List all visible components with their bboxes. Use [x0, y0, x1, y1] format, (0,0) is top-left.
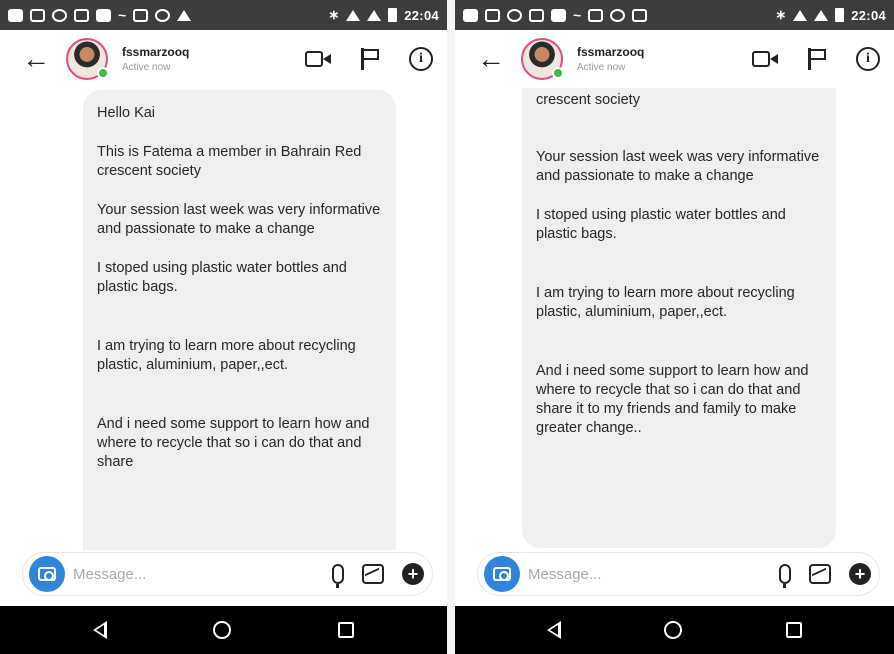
message-text: I am trying to learn more about recyclin… — [97, 338, 356, 373]
message-text: Hello Kai — [97, 105, 156, 121]
message-text: Your session last week was very informat… — [536, 149, 820, 184]
message-bubble[interactable]: This is Fatema a member in Bahrain Red c… — [522, 88, 836, 548]
contact-status: Active now — [577, 62, 626, 73]
message-composer: + — [477, 552, 880, 596]
message-input[interactable] — [528, 565, 779, 583]
status-bar: ~ ∗ 22:04 — [0, 0, 447, 30]
info-icon[interactable]: i — [409, 47, 433, 71]
chat-header: ← fssmarzooq Active now i — [0, 30, 447, 88]
camera-icon — [38, 567, 56, 581]
message-text: And i need some support to learn how and… — [536, 363, 809, 436]
nav-back-icon[interactable] — [93, 621, 108, 639]
flag-icon[interactable] — [359, 48, 381, 70]
app-notification-icon — [74, 8, 89, 22]
online-indicator — [552, 67, 564, 79]
nav-home-icon[interactable] — [213, 621, 232, 639]
message-text: And i need some support to learn how and… — [97, 416, 370, 470]
alarm-icon — [507, 8, 522, 22]
message-text: I stoped using plastic water bottles and… — [97, 260, 347, 295]
microphone-icon[interactable] — [779, 564, 791, 588]
video-call-icon[interactable] — [752, 50, 778, 68]
contact-info[interactable]: fssmarzooq Active now — [122, 45, 189, 73]
wave-notification-icon: ~ — [118, 7, 127, 23]
android-nav-bar — [455, 606, 894, 654]
message-composer: + — [22, 552, 433, 596]
pointer-notification-icon — [551, 8, 566, 22]
add-icon[interactable]: + — [849, 563, 871, 585]
message-input[interactable] — [73, 565, 332, 583]
signal-icon — [814, 9, 829, 21]
nav-recents-icon[interactable] — [786, 622, 803, 638]
instagram-notification-icon — [588, 8, 604, 22]
contact-username: fssmarzooq — [577, 45, 645, 59]
message-text: I stoped using plastic water bottles and… — [536, 207, 786, 242]
microphone-icon[interactable] — [332, 564, 344, 588]
message-text: Your session last week was very informat… — [97, 202, 381, 237]
message-thread[interactable]: Hello Kai This is Fatema a member in Bah… — [0, 88, 447, 550]
back-arrow-icon[interactable]: ← — [469, 45, 513, 73]
wave-notification-icon: ~ — [573, 7, 582, 23]
nav-home-icon[interactable] — [664, 621, 683, 639]
nav-back-icon[interactable] — [546, 621, 561, 639]
camera-button[interactable] — [484, 556, 520, 592]
camera-button[interactable] — [29, 556, 65, 592]
pointer-notification-icon — [96, 8, 111, 22]
online-indicator — [97, 67, 109, 79]
flag-icon[interactable] — [806, 48, 828, 70]
signal-icon — [367, 9, 382, 21]
battery-icon — [835, 8, 845, 22]
back-arrow-icon[interactable]: ← — [14, 45, 58, 73]
message-notification-icon — [463, 8, 478, 22]
wifi-icon — [346, 9, 361, 21]
facebook-notification-icon — [30, 8, 45, 22]
chat-screen-left: ~ ∗ 22:04 ← fssmarzooq Active now i Hell… — [0, 0, 447, 654]
bluetooth-icon: ∗ — [775, 7, 787, 22]
contact-status: Active now — [122, 62, 171, 73]
android-nav-bar — [0, 606, 447, 654]
whatsapp-notification-icon — [610, 8, 626, 22]
gallery-icon[interactable] — [809, 564, 831, 584]
add-icon[interactable]: + — [402, 563, 424, 585]
facebook-notification-icon — [485, 8, 500, 22]
video-call-icon[interactable] — [305, 50, 331, 68]
avatar[interactable] — [521, 38, 564, 80]
message-notification-icon — [8, 8, 23, 22]
image-notification-icon — [632, 8, 648, 22]
instagram-notification-icon — [133, 8, 149, 22]
status-time: 22:04 — [404, 7, 439, 23]
app-notification-icon — [529, 8, 544, 22]
chat-screen-right: ~ ∗ 22:04 ← fssmarzooq Active now i cres… — [455, 0, 894, 654]
chat-header: ← fssmarzooq Active now i — [455, 30, 894, 88]
contact-info[interactable]: fssmarzooq Active now — [577, 45, 644, 73]
status-time: 22:04 — [851, 7, 886, 23]
message-text: This is Fatema a member in Bahrain Red c… — [536, 88, 800, 108]
wifi-icon — [793, 9, 808, 21]
nav-recents-icon[interactable] — [337, 622, 354, 638]
message-text: I am trying to learn more about recyclin… — [536, 285, 795, 320]
status-bar: ~ ∗ 22:04 — [455, 0, 894, 30]
info-icon[interactable]: i — [856, 47, 880, 71]
alarm-icon — [52, 8, 67, 22]
battery-icon — [388, 8, 398, 22]
camera-icon — [493, 567, 511, 581]
message-thread[interactable]: This is Fatema a member in Bahrain Red c… — [455, 88, 894, 550]
avatar[interactable] — [66, 38, 109, 80]
contact-username: fssmarzooq — [122, 45, 190, 59]
cloud-icon — [177, 9, 192, 21]
gallery-icon[interactable] — [362, 564, 384, 584]
message-bubble[interactable]: Hello Kai This is Fatema a member in Bah… — [83, 90, 396, 550]
message-text: This is Fatema a member in Bahrain Red c… — [97, 144, 362, 179]
screenshot-divider — [447, 0, 455, 654]
whatsapp-notification-icon — [155, 8, 171, 22]
bluetooth-icon: ∗ — [328, 7, 340, 22]
